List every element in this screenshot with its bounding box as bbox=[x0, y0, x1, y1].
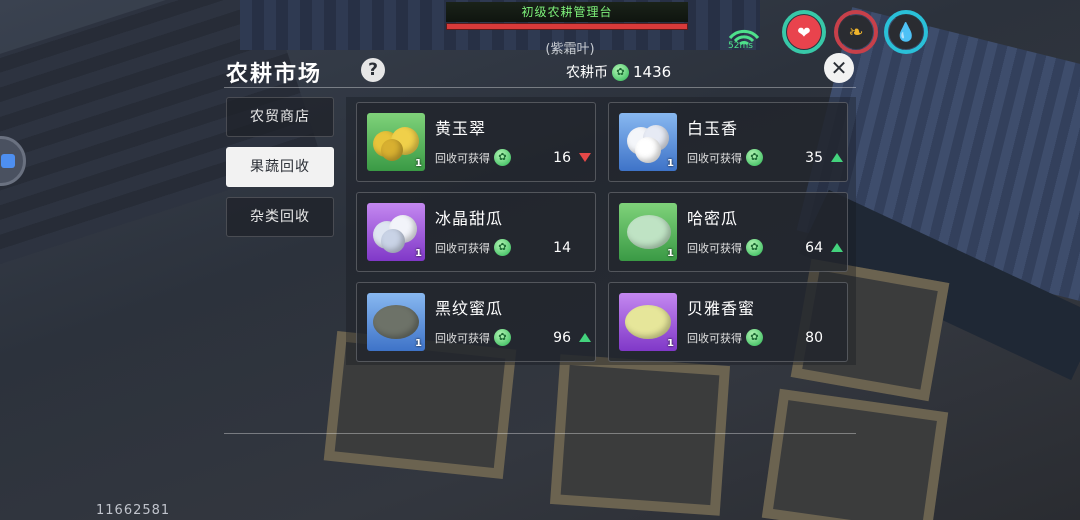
ping-readout: 52ms bbox=[728, 41, 753, 51]
reward-label: 回收可获得 bbox=[687, 331, 742, 345]
reward-label: 回收可获得 bbox=[687, 241, 742, 255]
farm-coin-icon: ✿ bbox=[612, 63, 629, 81]
heart-icon: ❤ bbox=[787, 15, 821, 49]
item-image: 1 bbox=[619, 203, 677, 261]
reward-label: 回收可获得 bbox=[435, 331, 490, 345]
price-up-icon bbox=[831, 152, 843, 164]
farm-coin-icon: ✿ bbox=[494, 239, 511, 256]
item-image: 1 bbox=[367, 203, 425, 261]
item-name: 冰晶甜瓜 bbox=[435, 209, 504, 228]
water-gauge: 💧 bbox=[884, 10, 928, 54]
reward-row: 回收可获得 ✿ 80 bbox=[687, 329, 837, 346]
reward-row: 回收可获得 ✿ 16 bbox=[435, 149, 591, 166]
station-health-fill bbox=[447, 24, 687, 29]
station-subtitle: (紫霜叶) bbox=[545, 42, 595, 57]
help-button[interactable]: ? bbox=[361, 58, 385, 82]
item-quantity: 1 bbox=[415, 248, 422, 259]
farm-coin-icon: ✿ bbox=[746, 329, 763, 346]
item-name: 黑纹蜜瓜 bbox=[435, 299, 504, 318]
hunger-gauge: ❧ bbox=[834, 10, 878, 54]
item-image: 1 bbox=[619, 113, 677, 171]
reward-row: 回收可获得 ✿ 14 bbox=[435, 239, 585, 256]
price-down-icon bbox=[579, 152, 591, 164]
item-quantity: 1 bbox=[667, 248, 674, 259]
item-name: 贝雅香蜜 bbox=[687, 299, 756, 318]
tab-misc-recycle[interactable]: 杂类回收 bbox=[226, 197, 334, 237]
station-health-bar bbox=[446, 23, 688, 30]
melon-icon bbox=[625, 305, 671, 339]
item-quantity: 1 bbox=[415, 338, 422, 349]
item-name: 黄玉翠 bbox=[435, 119, 487, 138]
item-name: 白玉香 bbox=[687, 119, 739, 138]
reward-row: 回收可获得 ✿ 64 bbox=[687, 239, 843, 256]
header-divider bbox=[224, 87, 856, 88]
coin-balance: 农耕币 ✿ 1436 bbox=[566, 62, 671, 82]
close-button[interactable]: ✕ bbox=[824, 53, 854, 83]
item-image: 1 bbox=[367, 293, 425, 351]
station-title: 初级农耕管理台 bbox=[446, 2, 688, 22]
item-card[interactable]: 1 白玉香回收可获得 ✿ 35 bbox=[608, 102, 848, 182]
coin-label: 农耕币 bbox=[566, 65, 608, 81]
reward-value: 80 bbox=[805, 329, 823, 346]
price-up-icon bbox=[831, 242, 843, 254]
price-up-icon bbox=[579, 332, 591, 344]
reward-value: 64 bbox=[805, 239, 823, 256]
reward-value: 14 bbox=[553, 239, 571, 256]
farm-coin-icon: ✿ bbox=[746, 149, 763, 166]
tab-farm-shop[interactable]: 农贸商店 bbox=[226, 97, 334, 137]
item-image: 1 bbox=[367, 113, 425, 171]
melon-icon bbox=[381, 139, 403, 161]
reward-value: 96 bbox=[553, 329, 571, 346]
item-card[interactable]: 1 贝雅香蜜回收可获得 ✿ 80 bbox=[608, 282, 848, 362]
food-icon: ❧ bbox=[839, 15, 873, 49]
farm-coin-icon: ✿ bbox=[494, 149, 511, 166]
water-drop-icon: 💧 bbox=[889, 15, 923, 49]
drawer-icon bbox=[1, 154, 15, 168]
farm-coin-icon: ✿ bbox=[494, 329, 511, 346]
reward-value: 16 bbox=[553, 149, 571, 166]
footer-divider bbox=[224, 433, 856, 434]
item-image: 1 bbox=[619, 293, 677, 351]
item-quantity: 1 bbox=[667, 338, 674, 349]
reward-label: 回收可获得 bbox=[435, 151, 490, 165]
reward-label: 回收可获得 bbox=[687, 151, 742, 165]
reward-value: 35 bbox=[805, 149, 823, 166]
farm-coin-icon: ✿ bbox=[746, 239, 763, 256]
farm-plot bbox=[549, 354, 731, 516]
melon-icon bbox=[627, 215, 671, 249]
tab-produce-recycle[interactable]: 果蔬回收 bbox=[226, 147, 334, 187]
station-status: 初级农耕管理台 bbox=[446, 2, 688, 30]
health-gauge: ❤ bbox=[782, 10, 826, 54]
player-uid: 11662581 bbox=[96, 503, 171, 518]
reward-row: 回收可获得 ✿ 96 bbox=[435, 329, 591, 346]
reward-label: 回收可获得 bbox=[435, 241, 490, 255]
item-card[interactable]: 1 黑纹蜜瓜回收可获得 ✿ 96 bbox=[356, 282, 596, 362]
category-tabs: 农贸商店 果蔬回收 杂类回收 bbox=[226, 97, 334, 247]
item-card[interactable]: 1 冰晶甜瓜回收可获得 ✿ 14 bbox=[356, 192, 596, 272]
item-card[interactable]: 1 哈密瓜回收可获得 ✿ 64 bbox=[608, 192, 848, 272]
item-name: 哈密瓜 bbox=[687, 209, 739, 228]
item-card[interactable]: 1 黄玉翠回收可获得 ✿ 16 bbox=[356, 102, 596, 182]
item-grid: 1 黄玉翠 回收可获得 ✿ 16 1 白玉香 回收可获得 ✿ 35 1 冰晶甜瓜 回收可获得 ✿ 14 1 哈密… bbox=[346, 97, 856, 365]
melon-icon bbox=[635, 137, 661, 163]
melon-icon bbox=[373, 305, 419, 339]
page-title: 农耕市场 bbox=[226, 62, 323, 87]
farm-plot bbox=[761, 388, 949, 520]
item-quantity: 1 bbox=[415, 158, 422, 169]
coin-value: 1436 bbox=[633, 63, 672, 81]
item-quantity: 1 bbox=[667, 158, 674, 169]
melon-icon bbox=[381, 229, 405, 253]
reward-row: 回收可获得 ✿ 35 bbox=[687, 149, 843, 166]
